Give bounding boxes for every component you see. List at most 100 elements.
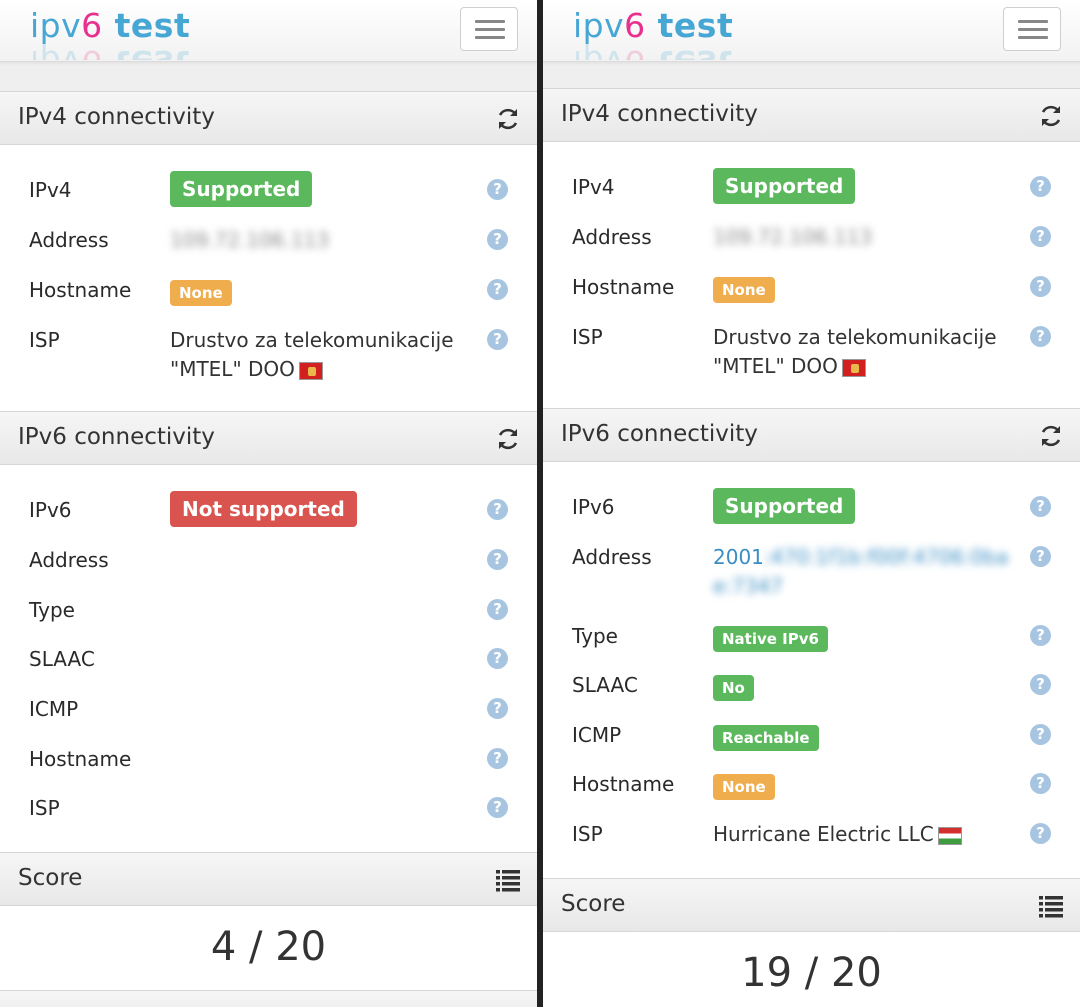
ipv4-status-badge: Supported bbox=[170, 171, 313, 207]
ipv6-address-blurred: :470:1f1b:f00f:4706:0ba bbox=[763, 545, 1009, 569]
ipv4-isp-value: Drustvo za telekomunikacije "MTEL" DOO bbox=[713, 323, 997, 381]
ipv6-isp-value: Hurricane Electric LLC bbox=[713, 820, 962, 849]
isp-name-line1: Drustvo za telekomunikacije bbox=[170, 328, 454, 352]
ipv6-hostname-label: Hostname bbox=[29, 747, 132, 771]
ipv6-hostname-badge: None bbox=[713, 774, 775, 800]
ipv4-body: IPv4 Supported ? Address 109.72.106.113 … bbox=[0, 145, 537, 411]
score-section: Score 19 / 20 bbox=[543, 878, 1080, 1007]
flag-hu-icon bbox=[937, 826, 962, 845]
ipv4-address-value: 109.72.106.113 bbox=[170, 228, 330, 252]
menu-button[interactable] bbox=[1003, 7, 1061, 51]
logo[interactable]: ipv6 test ipv6 test bbox=[573, 6, 743, 60]
help-icon[interactable]: ? bbox=[487, 499, 508, 520]
help-icon[interactable]: ? bbox=[1030, 176, 1051, 197]
ipv6-title: IPv6 connectivity bbox=[18, 424, 215, 450]
ipv6-section: IPv6 connectivity IPv6 Supported ? Addre… bbox=[543, 408, 1080, 878]
logo-reflection: ipv6 test bbox=[573, 42, 733, 60]
ipv6-address-label: Address bbox=[29, 548, 109, 572]
ipv4-section: IPv4 connectivity IPv4 Supported ? Addre… bbox=[0, 91, 537, 411]
refresh-icon[interactable] bbox=[495, 426, 521, 452]
ipv4-status-label: IPv4 bbox=[572, 175, 615, 199]
help-icon[interactable]: ? bbox=[1030, 674, 1051, 695]
score-body: 4 / 20 bbox=[0, 906, 537, 990]
right-pane: ipv6 test ipv6 test IPv4 connectivity I bbox=[543, 0, 1080, 1007]
logo-reflection: ipv6 test bbox=[30, 42, 190, 60]
list-icon[interactable] bbox=[495, 867, 521, 893]
navbar: ipv6 test ipv6 test bbox=[0, 0, 537, 62]
ipv4-address-label: Address bbox=[572, 225, 652, 249]
ipv4-section: IPv4 connectivity IPv4 Supported ? Addre… bbox=[543, 88, 1080, 408]
ipv4-isp-value: Drustvo za telekomunikacije "MTEL" DOO bbox=[170, 326, 454, 384]
ipv6-slaac-label: SLAAC bbox=[572, 673, 638, 697]
ipv6-icmp-badge: Reachable bbox=[713, 725, 819, 751]
help-icon[interactable]: ? bbox=[487, 229, 508, 250]
help-icon[interactable]: ? bbox=[1030, 724, 1051, 745]
help-icon[interactable]: ? bbox=[487, 279, 508, 300]
menu-icon-bar bbox=[475, 36, 505, 39]
ipv4-title: IPv4 connectivity bbox=[18, 104, 215, 130]
ipv6-isp-label: ISP bbox=[29, 796, 60, 820]
score-title: Score bbox=[561, 891, 626, 917]
ipv6-icmp-label: ICMP bbox=[29, 697, 79, 721]
menu-icon-bar bbox=[475, 28, 505, 31]
help-icon[interactable]: ? bbox=[1030, 326, 1051, 347]
score-title: Score bbox=[18, 865, 83, 891]
ipv6-status-label: IPv6 bbox=[29, 498, 72, 522]
ipv4-address-value: 109.72.106.113 bbox=[713, 225, 873, 249]
ipv4-hostname-badge: None bbox=[170, 280, 232, 306]
ipv4-status-badge: Supported bbox=[713, 168, 856, 204]
ipv6-body: IPv6 Not supported ? Address ? Type ? SL… bbox=[0, 465, 537, 852]
help-icon[interactable]: ? bbox=[487, 748, 508, 769]
help-icon[interactable]: ? bbox=[487, 329, 508, 350]
refresh-icon[interactable] bbox=[495, 106, 521, 132]
help-icon[interactable]: ? bbox=[1030, 276, 1051, 297]
help-icon[interactable]: ? bbox=[487, 179, 508, 200]
help-icon[interactable]: ? bbox=[487, 648, 508, 669]
flag-me-icon bbox=[298, 361, 323, 380]
ipv6-type-label: Type bbox=[572, 624, 618, 648]
logo-text-6: 6 bbox=[81, 6, 103, 45]
ipv6-status-label: IPv6 bbox=[572, 495, 615, 519]
ipv4-body: IPv4 Supported ? Address 109.72.106.113 … bbox=[543, 142, 1080, 408]
help-icon[interactable]: ? bbox=[1030, 773, 1051, 794]
ipv6-body: IPv6 Supported ? Address 2001:470:1f1b:f… bbox=[543, 462, 1080, 878]
ipv4-hostname-badge: None bbox=[713, 277, 775, 303]
help-icon[interactable]: ? bbox=[487, 698, 508, 719]
help-icon[interactable]: ? bbox=[487, 599, 508, 620]
help-icon[interactable]: ? bbox=[1030, 546, 1051, 567]
help-icon[interactable]: ? bbox=[1030, 625, 1051, 646]
left-pane: ipv6 test ipv6 test IPv4 connectivity I bbox=[0, 0, 537, 1007]
menu-button[interactable] bbox=[460, 7, 518, 51]
next-section-header bbox=[0, 990, 537, 1007]
navbar: ipv6 test ipv6 test bbox=[543, 0, 1080, 62]
menu-icon-bar bbox=[1018, 28, 1048, 31]
help-icon[interactable]: ? bbox=[487, 549, 508, 570]
score-value: 19 / 20 bbox=[741, 950, 882, 996]
refresh-icon[interactable] bbox=[1038, 423, 1064, 449]
menu-icon bbox=[1018, 20, 1048, 23]
ipv4-header: IPv4 connectivity bbox=[0, 91, 537, 145]
ipv6-status-badge: Not supported bbox=[170, 491, 357, 527]
isp-name-line1: Drustvo za telekomunikacije bbox=[713, 325, 997, 349]
refresh-icon[interactable] bbox=[1038, 103, 1064, 129]
ipv6-icmp-label: ICMP bbox=[572, 723, 622, 747]
logo-text-ipv: ipv bbox=[573, 6, 625, 45]
help-icon[interactable]: ? bbox=[1030, 496, 1051, 517]
help-icon[interactable]: ? bbox=[1030, 226, 1051, 247]
isp-name: Hurricane Electric LLC bbox=[713, 822, 934, 846]
ipv6-address-value[interactable]: 2001:470:1f1b:f00f:4706:0ba e:7347 bbox=[713, 543, 1008, 601]
isp-name-line2: "MTEL" DOO bbox=[713, 354, 838, 378]
help-icon[interactable]: ? bbox=[1030, 823, 1051, 844]
logo[interactable]: ipv6 test ipv6 test bbox=[30, 6, 200, 60]
ipv4-isp-label: ISP bbox=[29, 328, 60, 352]
logo-text-test: test bbox=[102, 6, 191, 45]
list-icon[interactable] bbox=[1038, 893, 1064, 919]
help-icon[interactable]: ? bbox=[487, 797, 508, 818]
ipv4-hostname-label: Hostname bbox=[29, 278, 132, 302]
menu-icon bbox=[475, 20, 505, 23]
ipv6-title: IPv6 connectivity bbox=[561, 421, 758, 447]
score-body: 19 / 20 bbox=[543, 932, 1080, 1007]
logo-text-test: test bbox=[645, 6, 734, 45]
ipv6-address-label: Address bbox=[572, 545, 652, 569]
ipv6-type-badge: Native IPv6 bbox=[713, 626, 828, 652]
